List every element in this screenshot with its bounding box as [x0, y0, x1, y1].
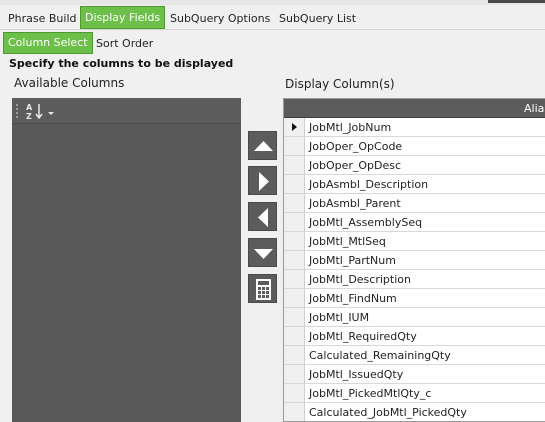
table-row[interactable]: JobMtl_PickedMtlQty_c [284, 384, 545, 403]
row-alias: JobAsmbl_Parent [309, 197, 401, 210]
tab-subquery-options[interactable]: SubQuery Options [170, 9, 270, 28]
table-row[interactable]: JobMtl_MtlSeq [284, 232, 545, 251]
move-up-button[interactable] [248, 131, 277, 160]
table-row[interactable]: JobMtl_Description [284, 270, 545, 289]
primary-tab-bar: Phrase Build Display Fields SubQuery Opt… [0, 6, 545, 30]
row-selector[interactable] [284, 346, 305, 364]
row-alias: JobMtl_FindNum [309, 292, 397, 305]
sort-az-glyph: A Z [26, 103, 43, 121]
calculated-field-button[interactable] [248, 274, 277, 303]
table-row[interactable]: JobOper_OpDesc [284, 156, 545, 175]
row-alias: Calculated_JobMtl_PickedQty [309, 406, 467, 419]
table-row[interactable]: JobMtl_JobNum [284, 118, 545, 137]
table-row[interactable]: JobMtl_IUM [284, 308, 545, 327]
table-row[interactable]: Calculated_RemainingQty [284, 346, 545, 365]
row-selector[interactable] [284, 270, 305, 288]
row-selector[interactable] [284, 384, 305, 402]
available-columns-label: Available Columns [14, 76, 125, 90]
move-down-icon [254, 249, 273, 259]
row-alias: JobOper_OpCode [309, 140, 403, 153]
available-columns-toolbar: A Z [12, 98, 241, 124]
current-row-arrow-icon [292, 123, 297, 131]
sort-az-icon[interactable]: A Z [26, 102, 56, 121]
row-selector[interactable] [284, 175, 305, 193]
row-alias: JobMtl_Description [309, 273, 411, 286]
table-row[interactable]: JobAsmbl_Description [284, 175, 545, 194]
row-selector[interactable] [284, 232, 305, 250]
table-row[interactable]: JobMtl_FindNum [284, 289, 545, 308]
table-row[interactable]: JobAsmbl_Parent [284, 194, 545, 213]
row-alias: JobMtl_AssemblySeq [309, 216, 423, 229]
toolbar-grip[interactable] [16, 104, 18, 118]
row-alias: JobMtl_PartNum [309, 254, 396, 267]
row-selector[interactable] [284, 365, 305, 383]
row-alias: JobMtl_IUM [309, 311, 370, 324]
row-selector[interactable] [284, 308, 305, 326]
row-selector[interactable] [284, 327, 305, 345]
svg-text:A: A [26, 103, 33, 112]
available-columns-list[interactable]: A Z [12, 98, 241, 422]
table-row[interactable]: JobMtl_AssemblySeq [284, 213, 545, 232]
tab-phrase-build[interactable]: Phrase Build [8, 9, 76, 28]
table-row[interactable]: JobMtl_RequiredQty [284, 327, 545, 346]
row-alias: JobMtl_RequiredQty [309, 330, 417, 343]
table-row[interactable]: Calculated_JobMtl_PickedQty [284, 403, 545, 421]
move-down-button[interactable] [248, 238, 277, 267]
row-selector[interactable] [284, 156, 305, 174]
tab-column-select[interactable]: Column Select [3, 32, 93, 54]
row-alias: Calculated_RemainingQty [309, 349, 451, 362]
row-alias: JobMtl_MtlSeq [309, 235, 386, 248]
row-selector[interactable] [284, 213, 305, 231]
display-columns-label: Display Column(s) [285, 77, 395, 91]
top-strip [0, 0, 545, 5]
secondary-tab-bar: Column Select Sort Order [0, 31, 545, 55]
table-row[interactable]: JobMtl_IssuedQty [284, 365, 545, 384]
grid-header: Alias [284, 99, 545, 118]
calculator-icon [256, 279, 271, 300]
row-selector[interactable] [284, 289, 305, 307]
tab-sort-order[interactable]: Sort Order [96, 35, 153, 53]
tab-display-fields[interactable]: Display Fields [80, 6, 166, 29]
row-alias: JobMtl_IssuedQty [309, 368, 404, 381]
row-alias: JobAsmbl_Description [309, 178, 429, 191]
move-left-icon [258, 208, 268, 227]
window-edge [488, 0, 545, 3]
row-selector[interactable] [284, 137, 305, 155]
move-right-icon [259, 172, 269, 191]
move-up-icon [254, 141, 273, 151]
row-selector[interactable] [284, 251, 305, 269]
row-selector[interactable] [284, 118, 305, 136]
row-alias: JobMtl_PickedMtlQty_c [309, 387, 432, 400]
move-right-button[interactable] [248, 166, 277, 195]
row-alias: JobMtl_JobNum [309, 121, 392, 134]
instruction-text: Specify the columns to be displayed [9, 57, 234, 70]
display-columns-grid[interactable]: Alias JobMtl_JobNum JobOper_OpCode JobOper… [283, 98, 545, 422]
row-alias: JobOper_OpDesc [309, 159, 402, 172]
alias-column-header[interactable]: Alias [524, 102, 545, 115]
table-row[interactable]: JobOper_OpCode [284, 137, 545, 156]
svg-text:Z: Z [26, 112, 32, 120]
row-selector[interactable] [284, 403, 305, 421]
sort-dropdown-caret[interactable] [48, 112, 54, 115]
tab-subquery-list[interactable]: SubQuery List [279, 9, 356, 28]
row-selector[interactable] [284, 194, 305, 212]
table-row[interactable]: JobMtl_PartNum [284, 251, 545, 270]
move-left-button[interactable] [248, 202, 277, 231]
